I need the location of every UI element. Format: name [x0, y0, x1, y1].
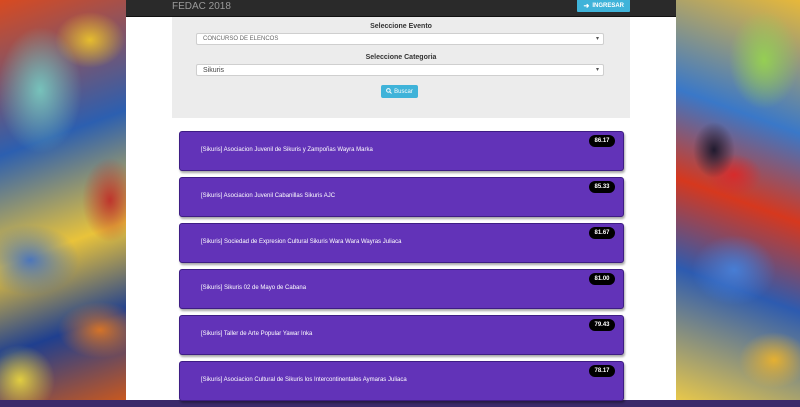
score-badge: 86.17 — [589, 135, 615, 147]
score-badge: 81.67 — [589, 227, 615, 239]
background-art-left — [0, 0, 126, 400]
result-card[interactable]: [Sikuris] Sociedad de Expresion Cultural… — [179, 223, 624, 263]
result-card[interactable]: [Sikuris] Sikuris 02 de Mayo de Cabana 8… — [179, 269, 624, 309]
result-card[interactable]: [Sikuris] Asociacion Juvenil de Sikuris … — [179, 131, 624, 171]
event-select-label: Seleccione Evento — [370, 23, 432, 30]
login-button[interactable]: ➜ INGRESAR — [577, 0, 630, 12]
result-card[interactable]: [Sikuris] Taller de Arte Popular Yawar I… — [179, 315, 624, 355]
result-card[interactable]: [Sikuris] Asociacion Cultural de Sikuris… — [179, 361, 624, 401]
login-button-label: INGRESAR — [592, 2, 624, 9]
score-badge: 85.33 — [589, 181, 615, 193]
result-title: [Sikuris] Asociacion Cultural de Sikuris… — [201, 377, 407, 383]
score-badge: 81.00 — [589, 273, 615, 285]
main-container: FEDAC 2018 ➜ INGRESAR Seleccione Evento … — [126, 0, 676, 401]
result-title: [Sikuris] Asociacion Juvenil Cabanillas … — [201, 193, 336, 199]
category-select-label: Seleccione Categoria — [365, 54, 437, 61]
category-select[interactable]: Sikuris ▾ — [196, 64, 604, 76]
result-card[interactable]: [Sikuris] Asociacion Juvenil Cabanillas … — [179, 177, 624, 217]
background-art-right — [674, 0, 800, 400]
navbar: FEDAC 2018 ➜ INGRESAR — [126, 0, 676, 17]
score-badge: 79.43 — [589, 319, 615, 331]
brand-title[interactable]: FEDAC 2018 — [172, 1, 231, 12]
category-select-value: Sikuris — [203, 67, 225, 74]
chevron-down-icon: ▾ — [595, 36, 599, 42]
result-title: [Sikuris] Taller de Arte Popular Yawar I… — [201, 331, 313, 337]
results-list: [Sikuris] Asociacion Juvenil de Sikuris … — [179, 131, 624, 407]
event-select-value: CONCURSO DE ELENCOS — [203, 36, 279, 42]
result-title: [Sikuris] Sociedad de Expresion Cultural… — [201, 239, 402, 245]
search-button-label: Buscar — [394, 88, 413, 95]
result-title: [Sikuris] Sikuris 02 de Mayo de Cabana — [201, 285, 307, 291]
score-badge: 78.17 — [589, 365, 615, 377]
search-icon — [386, 87, 393, 96]
filter-panel: Seleccione Evento CONCURSO DE ELENCOS ▾ … — [172, 17, 630, 118]
search-button[interactable]: Buscar — [381, 85, 418, 98]
chevron-down-icon: ▾ — [595, 67, 599, 73]
result-title: [Sikuris] Asociacion Juvenil de Sikuris … — [201, 147, 373, 153]
sign-in-icon: ➜ — [583, 2, 590, 10]
event-select[interactable]: CONCURSO DE ELENCOS ▾ — [196, 33, 604, 45]
